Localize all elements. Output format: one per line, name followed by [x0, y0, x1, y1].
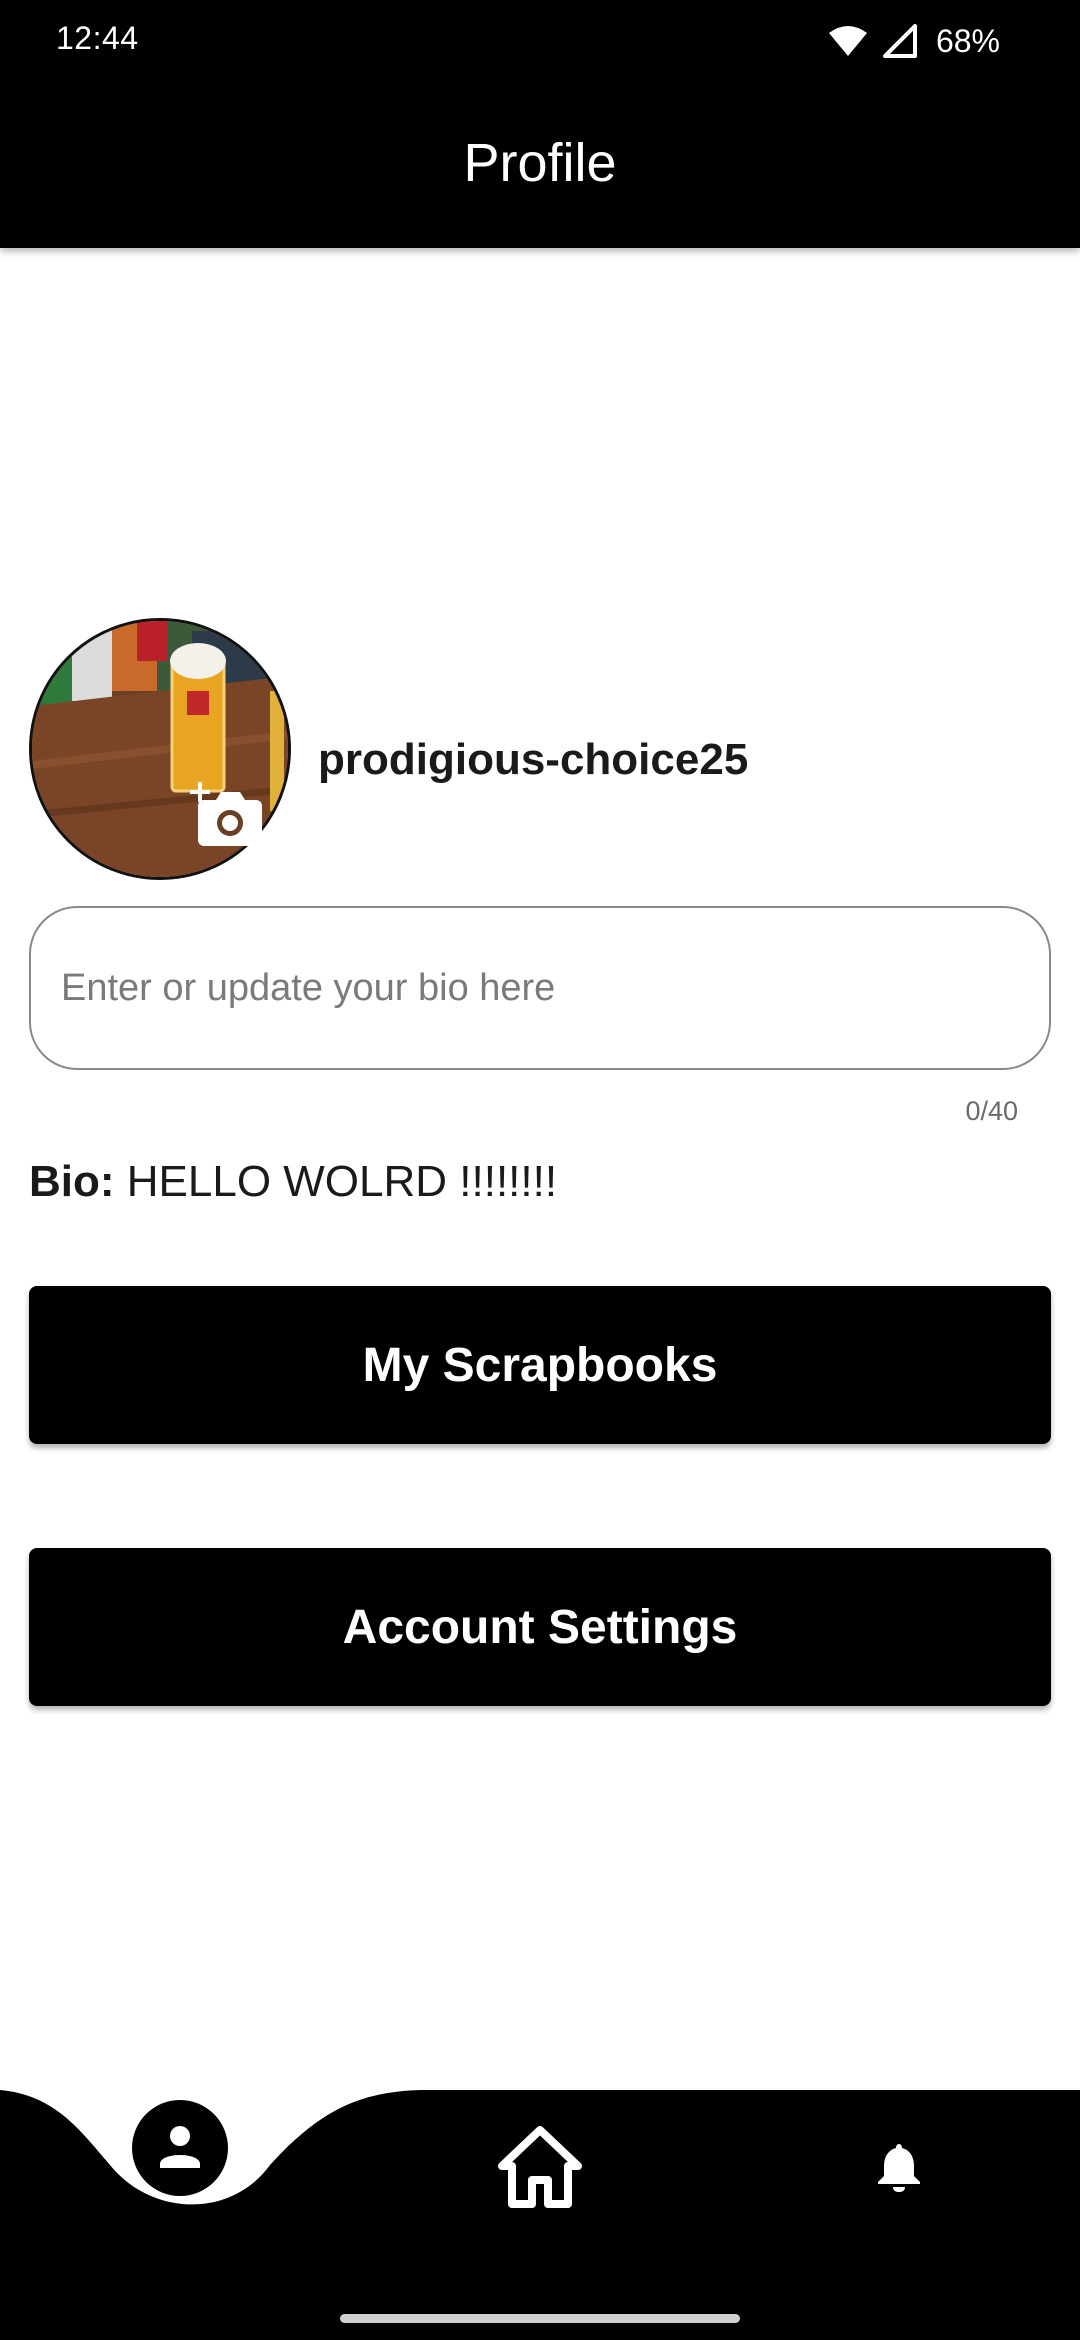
status-time: 12:44 — [56, 20, 139, 56]
page-title: Profile — [463, 133, 617, 193]
nav-notifications-button[interactable] — [876, 2142, 922, 2192]
home-indicator[interactable] — [340, 2314, 740, 2323]
bio-value: HELLO WOLRD !!!!!!!! — [126, 1157, 558, 1206]
status-bar: 12:44 68% — [0, 0, 1080, 82]
nav-profile-button[interactable] — [132, 2100, 228, 2196]
username: prodigious-choice25 — [318, 735, 749, 784]
home-icon — [498, 2126, 582, 2208]
bio-label: Bio: — [29, 1157, 115, 1206]
bottom-navigation — [0, 2090, 1080, 2340]
status-icons: 68% — [828, 18, 1000, 64]
add-photo-icon[interactable] — [188, 782, 264, 848]
battery-level: 68% — [935, 22, 1000, 59]
account-settings-button[interactable]: Account Settings — [29, 1548, 1051, 1706]
signal-icon — [882, 24, 918, 58]
bio-input[interactable] — [29, 906, 1051, 1070]
my-scrapbooks-button[interactable]: My Scrapbooks — [29, 1286, 1051, 1444]
nav-home-button[interactable] — [496, 2124, 584, 2208]
person-icon — [160, 2126, 200, 2168]
bio-character-counter: 0/40 — [965, 1096, 1018, 1126]
app-bar: Profile — [0, 82, 1080, 248]
bio-text: Bio: HELLO WOLRD !!!!!!!! — [29, 1157, 557, 1207]
bell-icon — [878, 2144, 920, 2192]
wifi-icon — [828, 24, 868, 58]
